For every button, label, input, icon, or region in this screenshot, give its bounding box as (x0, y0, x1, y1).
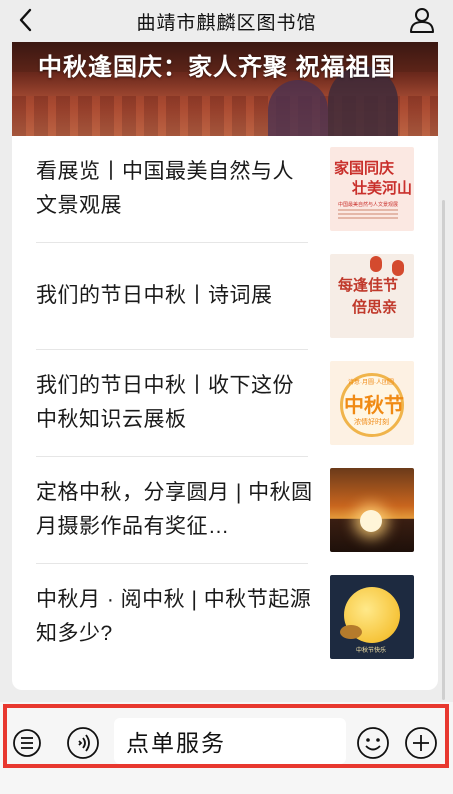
article-thumbnail: 诗意·月圆·人团圆 中秋节 浓情好时刻 (330, 361, 414, 445)
article-thumbnail: 中秋节快乐 (330, 575, 414, 659)
thumbnail-caption: 中国最美自然与人文景观展 (338, 202, 399, 208)
chevron-left-icon (19, 8, 32, 32)
thumbnail-text: 壮美河山 (352, 179, 413, 197)
list-item[interactable]: 定格中秋，分享圆月 | 中秋圆月摄影作品有奖征… (12, 457, 438, 564)
article-card: 中秋逢国庆：家人齐聚 祝福祖国 看展览丨中国最美自然与人文景观展 家国同庆 壮美… (12, 42, 438, 690)
user-icon (410, 8, 434, 33)
thumbnail-text: 倍思亲 (352, 298, 398, 316)
back-button[interactable] (10, 5, 40, 35)
banner-figure (268, 80, 328, 136)
article-list: 看展览丨中国最美自然与人文景观展 家国同庆 壮美河山 中国最美自然与人文景观展 … (12, 136, 438, 671)
highlight-box (3, 704, 449, 768)
user-button[interactable] (407, 5, 437, 35)
article-title: 定格中秋，分享圆月 | 中秋圆月摄影作品有奖征… (36, 481, 313, 538)
list-item[interactable]: 中秋月 · 阅中秋 | 中秋节起源知多少? 中秋节快乐 (12, 564, 438, 671)
article-thumbnail (330, 468, 414, 552)
thumbnail-text: 家国同庆 (334, 159, 395, 177)
banner-title: 中秋逢国庆：家人齐聚 祝福祖国 (38, 54, 396, 81)
banner[interactable]: 中秋逢国庆：家人齐聚 祝福祖国 (12, 42, 438, 136)
article-title: 我们的节日中秋丨诗词展 (36, 284, 273, 307)
thumbnail-text: 浓情好时刻 (354, 419, 389, 426)
thumbnail-text: 中秋节 (344, 395, 404, 417)
article-thumbnail: 家国同庆 壮美河山 中国最美自然与人文景观展 (330, 147, 414, 231)
list-item[interactable]: 看展览丨中国最美自然与人文景观展 家国同庆 壮美河山 中国最美自然与人文景观展 (12, 136, 438, 243)
page: 曲靖市麒麟区图书馆 中秋逢国庆：家人齐聚 祝福祖国 看展览丨中国最美自然与人文景… (0, 0, 453, 794)
thumbnail-caption: 中秋节快乐 (356, 648, 387, 654)
thumbnail-decoration (338, 209, 398, 221)
article-title: 中秋月 · 阅中秋 | 中秋节起源知多少? (36, 588, 312, 645)
article-title: 我们的节日中秋丨收下这份中秋知识云展板 (36, 374, 294, 431)
article-thumbnail: 每逢佳节 倍思亲 (330, 254, 414, 338)
page-title: 曲靖市麒麟区图书馆 (136, 12, 317, 34)
article-title: 看展览丨中国最美自然与人文景观展 (36, 160, 294, 217)
scrollbar[interactable] (442, 200, 445, 700)
list-item[interactable]: 我们的节日中秋丨诗词展 每逢佳节 倍思亲 (12, 243, 438, 350)
mooncake-decoration (340, 625, 362, 639)
thumbnail-text: 诗意·月圆·人团圆 (348, 380, 394, 386)
lantern-decoration (370, 256, 382, 272)
sunset-decoration (360, 510, 382, 532)
navbar: 曲靖市麒麟区图书馆 (0, 0, 453, 42)
thumbnail-text: 每逢佳节 (338, 276, 399, 294)
list-item[interactable]: 我们的节日中秋丨收下这份中秋知识云展板 诗意·月圆·人团圆 中秋节 浓情好时刻 (12, 350, 438, 457)
